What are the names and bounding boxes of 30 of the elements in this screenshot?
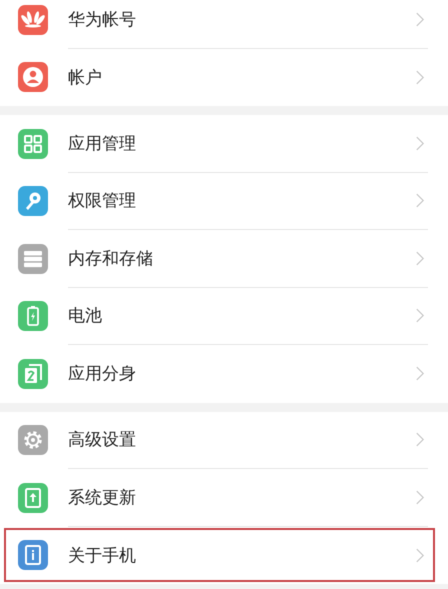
settings-item[interactable]: 应用分身 (0, 345, 448, 402)
chevron-icon (416, 548, 424, 563)
item-label: 系统更新 (68, 486, 136, 509)
chevron-icon (416, 12, 424, 27)
settings-item[interactable]: 关于手机 (0, 526, 448, 584)
item-label: 权限管理 (68, 190, 136, 212)
chevron-icon (416, 193, 424, 208)
item-label: 关于手机 (68, 544, 136, 567)
settings-item[interactable]: 高级设置 (0, 412, 448, 469)
item-label: 高级设置 (68, 429, 136, 452)
settings-item[interactable]: 华为帐号 (0, 0, 448, 48)
settings-item[interactable]: 权限管理 (0, 172, 448, 230)
chevron-icon (416, 308, 424, 324)
chevron-icon (416, 366, 424, 382)
settings-item[interactable]: 帐户 (0, 48, 448, 106)
item-label: 应用分身 (68, 363, 136, 386)
item-label: 应用管理 (68, 132, 136, 155)
item-label: 内存和存储 (68, 248, 153, 270)
settings-item[interactable]: 电池 (0, 288, 448, 345)
settings-item[interactable]: 内存和存储 (0, 230, 448, 288)
chevron-icon (416, 432, 424, 448)
chevron-icon (416, 490, 424, 505)
chevron-icon (416, 136, 424, 151)
chevron-icon (416, 250, 424, 266)
item-label: 帐户 (68, 66, 102, 89)
item-label: 华为帐号 (68, 8, 136, 31)
chevron-icon (416, 70, 424, 85)
item-label: 电池 (68, 305, 102, 328)
settings-item[interactable]: 应用管理 (0, 115, 448, 172)
settings-item[interactable]: 系统更新 (0, 469, 448, 526)
